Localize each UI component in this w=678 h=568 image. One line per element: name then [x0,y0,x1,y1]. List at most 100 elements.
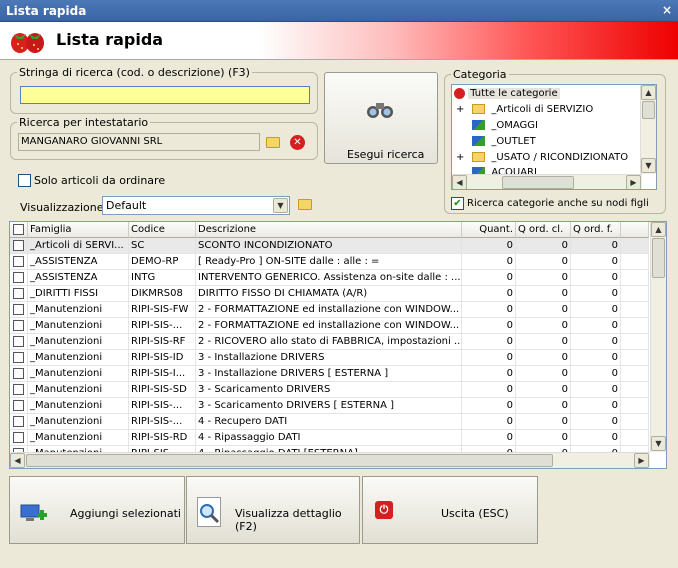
table-row[interactable]: _ASSISTENZA DEMO-RP[ Ready-Pro ] ON-SITE … [10,254,649,270]
expand-icon[interactable]: + [456,102,466,118]
row-checkbox[interactable] [13,256,24,267]
subnodes-checkbox[interactable]: ✔ [451,197,464,210]
expand-icon[interactable]: + [456,150,466,166]
table-row[interactable]: _DIRITTI FISSI DIKMRS08 DIRITTO FISSO DI C… [10,286,649,302]
col-famiglia[interactable]: Famiglia [28,222,129,238]
col-quant[interactable]: Quant. [462,222,516,238]
add-monitor-icon [20,504,47,521]
select-all-checkbox[interactable] [13,224,24,235]
cell-q-ord-cl: 0 [516,350,571,366]
col-q-ord-cl[interactable]: Q ord. cl. [516,222,571,238]
scroll-up-arrow[interactable]: ▲ [651,222,666,237]
scroll-down-arrow[interactable]: ▼ [651,436,666,451]
row-checkbox[interactable] [13,320,24,331]
col-filler [621,222,649,238]
exit-button[interactable]: ⏻ Uscita (ESC) [362,476,538,544]
tree-vscroll[interactable]: ▲ ▼ [640,85,656,174]
row-checkbox[interactable] [13,336,24,347]
row-checkbox-cell [10,238,28,254]
scroll-thumb[interactable] [642,101,655,119]
tree-node-label: _OUTLET [491,136,536,147]
cell-codice: DEMO-RP [129,254,196,270]
tree-node[interactable]: _OMAGGI [456,118,538,134]
chevron-down-icon[interactable]: ▼ [273,198,288,213]
row-checkbox[interactable] [13,304,24,315]
cell-descrizione: 4 - Ripassaggio DATI [196,430,462,446]
tree-node[interactable]: + _Articoli di SERVIZIO [456,102,593,118]
row-checkbox-cell [10,302,28,318]
table-row[interactable]: _Manutenzioni RIPI-SIS-RF 2 - RICOVERO all… [10,334,649,350]
row-checkbox[interactable] [13,288,24,299]
grid-vscroll[interactable]: ▲ ▼ [650,222,666,452]
cell-q-ord-f: 0 [571,270,621,286]
search-button[interactable]: Esegui ricerca [324,72,438,164]
row-checkbox[interactable] [13,240,24,251]
only-to-order-checkbox[interactable] [18,174,31,187]
row-checkbox-cell [10,398,28,414]
scroll-left-arrow[interactable]: ◀ [452,175,467,189]
row-checkbox[interactable] [13,368,24,379]
cell-codice: RIPI-SIS-FW [129,302,196,318]
strawberry-icon [11,33,44,53]
cell-codice: RIPI-SIS-... [129,318,196,334]
add-selected-button[interactable]: Aggiungi selezionati [9,476,185,544]
table-row[interactable]: _Manutenzioni RIPI-SIS-I... 3 - Installazi… [10,366,649,382]
add-selected-label: Aggiungi selezionati [70,507,181,520]
scroll-right-arrow[interactable]: ▶ [626,175,641,189]
close-icon[interactable]: × [662,3,672,17]
cell-q-ord-f: 0 [571,414,621,430]
search-input[interactable] [20,86,310,104]
table-row[interactable]: _Manutenzioni RIPI-SIS-... 2 - FORMATTAZIO… [10,318,649,334]
cell-filler [621,286,649,302]
scroll-thumb[interactable] [26,454,553,467]
grid-hscroll[interactable]: ◀ ▶ [10,452,650,468]
col-codice[interactable]: Codice [129,222,196,238]
row-checkbox-cell [10,334,28,350]
scroll-up-arrow[interactable]: ▲ [641,85,656,100]
table-row[interactable]: _Manutenzioni RIPI-SIS-... 4 - Recupero DA… [10,414,649,430]
folder-icon[interactable] [266,136,282,149]
scroll-right-arrow[interactable]: ▶ [634,453,649,468]
cell-famiglia: _Manutenzioni [28,366,129,382]
tree-hscroll[interactable]: ◀ ▶ [452,174,642,189]
cell-codice: RIPI-SIS-... [129,398,196,414]
tree-node-label: _Articoli di SERVIZIO [491,104,594,115]
table-row[interactable]: _Manutenzioni RIPI-SIS-... 3 - Scaricament… [10,398,649,414]
tree-node[interactable]: + _USATO / RICONDIZIONATO [456,150,628,166]
col-descrizione[interactable]: Descrizione [196,222,462,238]
view-detail-label: Visualizza dettaglio (F2) [235,507,342,533]
cell-q-ord-cl: 0 [516,382,571,398]
view-select[interactable]: Default ▼ [102,196,290,215]
row-checkbox[interactable] [13,384,24,395]
scroll-thumb[interactable] [502,176,574,189]
header-title: Lista rapida [56,30,164,49]
col-q-ord-f[interactable]: Q ord. f. [571,222,621,238]
row-checkbox[interactable] [13,432,24,443]
scroll-down-arrow[interactable]: ▼ [641,158,656,173]
cell-q-ord-cl: 0 [516,238,571,254]
folder-icon[interactable] [298,198,316,212]
tree-root[interactable]: Tutte le categorie [454,86,560,102]
table-row[interactable]: _Manutenzioni RIPI-SIS-ID 3 - Installazion… [10,350,649,366]
table-row[interactable]: _Manutenzioni RIPI-SIS-FW 2 - FORMATTAZION… [10,302,649,318]
row-checkbox[interactable] [13,352,24,363]
table-row[interactable]: _ASSISTENZA INTG INTERVENTO GENERICO. Assi… [10,270,649,286]
view-detail-button[interactable]: Visualizza dettaglio (F2) [186,476,360,544]
row-checkbox[interactable] [13,400,24,411]
clear-icon[interactable]: ✕ [290,135,305,150]
row-checkbox[interactable] [13,272,24,283]
cell-codice: SC [129,238,196,254]
table-row[interactable]: _Manutenzioni RIPI-SIS-SD 3 - Scaricamento… [10,382,649,398]
cell-codice: DIKMRS08 [129,286,196,302]
table-row[interactable]: _Articoli di SERVI... SC SCONTO INCONDIZIO… [10,238,649,254]
table-row[interactable]: _Manutenzioni RIPI-SIS-RD 4 - Ripassaggio … [10,430,649,446]
articles-grid[interactable]: Famiglia Codice Descrizione Quant. Q ord… [9,221,667,469]
row-checkbox[interactable] [13,416,24,427]
cell-q-ord-cl: 0 [516,414,571,430]
category-tree[interactable]: Tutte le categorie + _Articoli di SERVIZ… [451,84,657,190]
cell-descrizione: 2 - FORMATTAZIONE ed installazione con W… [196,318,462,334]
scroll-thumb[interactable] [652,238,665,278]
tree-node[interactable]: _OUTLET [456,134,536,150]
cell-codice: RIPI-SIS-RD [129,430,196,446]
scroll-left-arrow[interactable]: ◀ [10,453,25,468]
